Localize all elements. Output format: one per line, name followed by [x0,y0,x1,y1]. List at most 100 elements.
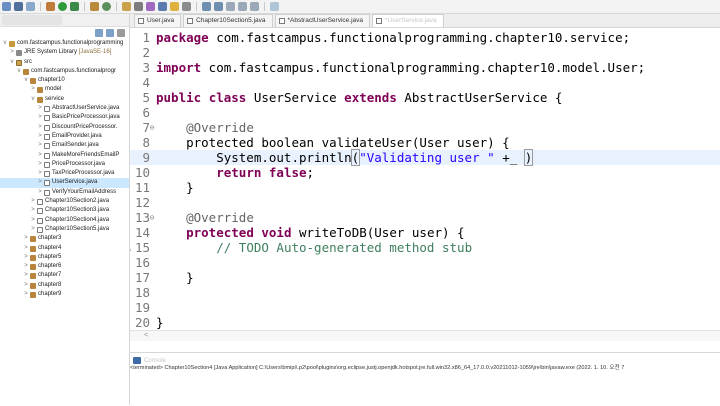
code-line[interactable]: ⊖ 13 @Override [130,210,720,225]
expand-right-icon[interactable]: > [37,178,43,187]
expand-right-icon[interactable]: > [23,244,29,253]
expand-right-icon[interactable]: > [23,234,29,243]
save-all-icon[interactable] [26,2,35,11]
expand-right-icon[interactable]: > [23,281,29,290]
editor-tab[interactable]: User.java [134,14,182,27]
code-line[interactable]: 16 [130,255,720,270]
expand-right-icon[interactable]: > [37,113,43,122]
expand-down-icon[interactable]: v [16,67,22,76]
tree-item[interactable]: > Chapter10Section5.java [0,225,129,234]
tree-item[interactable]: > chapter8 [0,281,129,290]
mark-occurrences-icon[interactable] [146,2,155,11]
expand-right-icon[interactable]: > [37,123,43,132]
back-icon[interactable] [238,2,247,11]
expand-right-icon[interactable]: > [37,160,43,169]
pin-editor-icon[interactable] [270,2,279,11]
run-menu-icon[interactable] [70,2,79,11]
editor-tab[interactable]: *UserService.java [372,14,444,27]
tree-item[interactable]: > UserService.java [0,178,129,188]
expand-right-icon[interactable]: > [23,262,29,271]
code-line[interactable]: 1 package com.fastcampus.functionalprogra… [130,30,720,45]
code-line[interactable]: 9 System.out.println("Validating user " … [130,149,720,166]
console-output[interactable] [130,375,720,405]
view-menu-icon[interactable] [117,29,125,37]
scroll-left-icon[interactable]: < [144,331,148,341]
tree-item[interactable]: > chapter6 [0,262,129,271]
save-icon[interactable] [14,2,23,11]
expand-down-icon[interactable]: v [2,39,8,48]
horizontal-scrollbar[interactable]: < [130,330,720,341]
tree-item[interactable]: v src [0,58,129,67]
expand-right-icon[interactable]: > [30,197,36,206]
tree-item[interactable]: > PriceProcessor.java [0,160,129,169]
tree-item[interactable]: > EmailSender.java [0,141,129,150]
code-line[interactable]: 3 import com.fastcampus.functionalprogram… [130,60,720,75]
link-with-editor-icon[interactable] [106,29,114,37]
code-line[interactable]: 17 } [130,270,720,285]
code-line[interactable]: 8 protected boolean validateUser(User us… [130,135,720,150]
collapse-all-icon[interactable] [95,29,103,37]
expand-right-icon[interactable]: > [30,85,36,94]
new-icon[interactable] [2,2,11,11]
expand-right-icon[interactable]: > [30,206,36,215]
tree-item[interactable]: > TaxPriceProcessor.java [0,169,129,178]
expand-down-icon[interactable]: v [23,76,29,85]
code-line[interactable]: 18 [130,285,720,300]
search-icon[interactable] [134,2,143,11]
tree-item[interactable]: > AbstractUserService.java [0,104,129,113]
expand-down-icon[interactable]: v [30,95,36,104]
debug-icon[interactable] [46,2,55,11]
expand-right-icon[interactable]: > [37,141,43,150]
run-icon[interactable] [58,2,67,11]
code-editor[interactable]: 1 package com.fastcampus.functionalprogra… [130,29,720,341]
expand-right-icon[interactable]: > [23,253,29,262]
expand-right-icon[interactable]: > [23,271,29,280]
tree-item[interactable]: > Chapter10Section2.java [0,197,129,206]
editor-tab[interactable]: Chapter10Section5.java [183,14,273,27]
expand-right-icon[interactable]: > [23,290,29,299]
tree-item[interactable]: > model [0,85,129,94]
next-annotation-icon[interactable] [202,2,211,11]
tree-item[interactable]: > chapter5 [0,253,129,262]
code-line[interactable]: 14 protected void writeToDB(User user) { [130,225,720,240]
tree-item[interactable]: > VerifyYourEmailAddress [0,188,129,197]
expand-right-icon[interactable]: > [9,48,15,57]
tree-item[interactable]: > chapter4 [0,244,129,253]
editor-tab[interactable]: *AbstractUserService.java [274,14,370,27]
tree-item[interactable]: > DiscountPriceProcessor. [0,123,129,132]
tree-item[interactable]: v service [0,95,129,104]
open-type-icon[interactable] [122,2,131,11]
tree-item[interactable]: > BasicPriceProcessor.java [0,113,129,122]
tree-item[interactable]: > chapter7 [0,271,129,280]
code-line[interactable]: ⚠15 // TODO Auto-generated method stub [130,240,720,255]
code-line[interactable]: 19 [130,300,720,315]
tree-item[interactable]: > Chapter10Section3.java [0,206,129,215]
code-line[interactable]: 5 public class UserService extends Abstra… [130,90,720,105]
tree-item[interactable]: v com.fastcampus.functionalprogramming [0,39,129,48]
expand-right-icon[interactable]: > [30,216,36,225]
last-edit-icon[interactable] [226,2,235,11]
block-selection-icon[interactable] [158,2,167,11]
code-line[interactable]: 10 return false; [130,165,720,180]
tree-item[interactable]: > chapter3 [0,234,129,243]
new-java-project-icon[interactable] [90,2,99,11]
tree-item[interactable]: > MakeMoreFriendsEmailP [0,151,129,160]
package-explorer-tab[interactable] [2,15,62,25]
expand-right-icon[interactable]: > [37,169,43,178]
code-line[interactable]: 4 [130,75,720,90]
expand-right-icon[interactable]: > [37,132,43,141]
expand-right-icon[interactable]: > [37,104,43,113]
tree-item[interactable]: > Chapter10Section4.java [0,216,129,225]
tree-item[interactable]: > chapter9 [0,290,129,299]
code-line[interactable]: 11 } [130,180,720,195]
expand-right-icon[interactable]: > [30,225,36,234]
highlight-icon[interactable] [170,2,179,11]
tree-item[interactable]: > JRE System Library [JavaSE-16] [0,48,129,57]
expand-right-icon[interactable]: > [37,151,43,160]
tree-item[interactable]: v chapter10 [0,76,129,85]
show-whitespace-icon[interactable] [182,2,191,11]
expand-right-icon[interactable]: > [37,188,43,197]
previous-annotation-icon[interactable] [214,2,223,11]
expand-down-icon[interactable]: v [9,58,15,67]
code-line[interactable]: 20} [130,315,720,330]
